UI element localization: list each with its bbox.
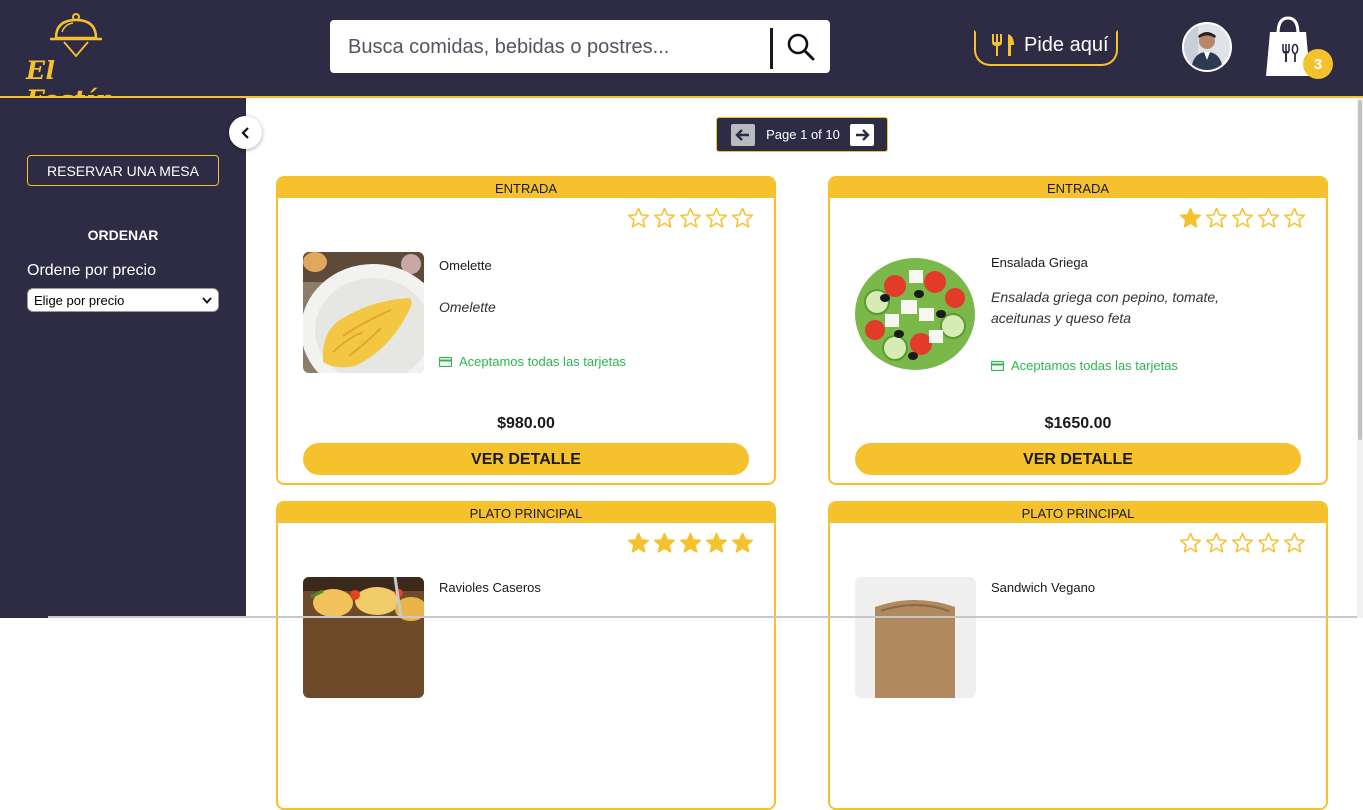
product-category: ENTRADA xyxy=(830,178,1326,198)
product-category: PLATO PRINCIPAL xyxy=(278,503,774,523)
search-divider xyxy=(770,28,773,69)
sort-by-price-label: Ordene por precio xyxy=(27,262,156,279)
search-input[interactable] xyxy=(348,32,768,62)
credit-card-icon xyxy=(991,360,1004,371)
ravioli-photo xyxy=(303,577,424,698)
search-button[interactable] xyxy=(776,28,826,66)
star-outline-icon[interactable] xyxy=(679,207,702,229)
rating-stars[interactable] xyxy=(627,532,754,554)
star-filled-icon[interactable] xyxy=(679,532,702,554)
reserve-table-button[interactable]: RESERVAR UNA MESA xyxy=(27,155,219,186)
cart-button[interactable]: 3 xyxy=(1264,16,1336,80)
star-outline-icon[interactable] xyxy=(1283,532,1306,554)
payment-info: Aceptamos todas las tarjetas xyxy=(439,354,626,369)
star-filled-icon[interactable] xyxy=(627,532,650,554)
product-image[interactable] xyxy=(855,577,976,698)
star-outline-icon[interactable] xyxy=(705,207,728,229)
product-description: Omelette xyxy=(439,299,496,315)
next-page-button[interactable] xyxy=(850,124,874,146)
cart-count-badge: 3 xyxy=(1303,49,1333,79)
sort-by-price-select[interactable]: Elige por precio xyxy=(27,288,219,312)
star-outline-icon[interactable] xyxy=(1205,207,1228,229)
star-filled-icon[interactable] xyxy=(1179,207,1202,229)
collapse-sidebar-button[interactable] xyxy=(229,116,262,149)
chevron-left-icon xyxy=(240,126,249,139)
rating-stars[interactable] xyxy=(1179,207,1306,229)
sidebar: RESERVAR UNA MESA ORDENAR Ordene por pre… xyxy=(0,98,246,618)
search-icon xyxy=(787,33,815,61)
top-header: El Festín Pide aquí xyxy=(0,0,1363,114)
rating-stars[interactable] xyxy=(1179,532,1306,554)
pagination: Page 1 of 10 xyxy=(716,117,888,152)
product-description: Ensalada griega con pepino, tomate, acei… xyxy=(991,289,1220,326)
vegan-sandwich-photo xyxy=(855,577,976,698)
product-image[interactable] xyxy=(303,252,424,373)
omelette-photo xyxy=(303,252,424,373)
chevron-down-icon xyxy=(202,296,212,304)
cloche-icon xyxy=(50,13,102,58)
user-photo xyxy=(1184,24,1230,70)
product-card: PLATO PRINCIPAL Sandwich Vegano xyxy=(828,501,1328,810)
star-outline-icon[interactable] xyxy=(1179,532,1202,554)
product-card: PLATO PRINCIPAL Ravioles Caseros xyxy=(276,501,776,810)
order-here-label: Pide aquí xyxy=(1024,33,1109,56)
page-indicator: Page 1 of 10 xyxy=(766,127,840,142)
prev-page-button[interactable] xyxy=(731,124,755,146)
product-price: $980.00 xyxy=(497,415,555,432)
product-card: ENTRADA Omelette Omelette Aceptamos toda… xyxy=(276,176,776,485)
star-outline-icon[interactable] xyxy=(731,207,754,229)
user-avatar[interactable] xyxy=(1182,22,1232,72)
arrow-right-icon xyxy=(856,129,870,141)
scrollbar-thumb[interactable] xyxy=(1358,100,1362,440)
order-here-button[interactable]: Pide aquí xyxy=(974,30,1118,66)
utensils-icon xyxy=(992,34,1014,56)
star-filled-icon[interactable] xyxy=(731,532,754,554)
product-category: PLATO PRINCIPAL xyxy=(830,503,1326,523)
product-image[interactable] xyxy=(855,252,976,373)
view-detail-button[interactable]: VER DETALLE xyxy=(303,443,749,475)
product-price: $1650.00 xyxy=(1044,415,1112,432)
product-name: Sandwich Vegano xyxy=(991,580,1096,595)
brand-logo[interactable]: El Festín xyxy=(24,12,140,114)
star-outline-icon[interactable] xyxy=(1283,207,1306,229)
star-filled-icon[interactable] xyxy=(653,532,676,554)
star-outline-icon[interactable] xyxy=(1257,532,1280,554)
product-category: ENTRADA xyxy=(278,178,774,198)
product-name: Omelette xyxy=(439,258,492,273)
arrow-left-icon xyxy=(735,129,749,141)
star-outline-icon[interactable] xyxy=(1231,207,1254,229)
product-name: Ravioles Caseros xyxy=(439,580,541,595)
payment-text: Aceptamos todas las tarjetas xyxy=(459,354,626,369)
product-name: Ensalada Griega xyxy=(991,255,1088,270)
payment-info: Aceptamos todas las tarjetas xyxy=(991,358,1178,373)
search-bar xyxy=(330,20,830,73)
payment-text: Aceptamos todas las tarjetas xyxy=(1011,358,1178,373)
product-card: ENTRADA Ensalada Griega Ensalada griega … xyxy=(828,176,1328,485)
star-filled-icon[interactable] xyxy=(705,532,728,554)
star-outline-icon[interactable] xyxy=(653,207,676,229)
credit-card-icon xyxy=(439,356,452,367)
view-detail-button[interactable]: VER DETALLE xyxy=(855,443,1301,475)
star-outline-icon[interactable] xyxy=(1257,207,1280,229)
rating-stars[interactable] xyxy=(627,207,754,229)
star-outline-icon[interactable] xyxy=(1205,532,1228,554)
sort-select-value: Elige por precio xyxy=(34,292,125,308)
star-outline-icon[interactable] xyxy=(1231,532,1254,554)
product-image[interactable] xyxy=(303,577,424,698)
star-outline-icon[interactable] xyxy=(627,207,650,229)
greek-salad-photo xyxy=(855,252,976,373)
sort-section-title: ORDENAR xyxy=(87,227,159,243)
